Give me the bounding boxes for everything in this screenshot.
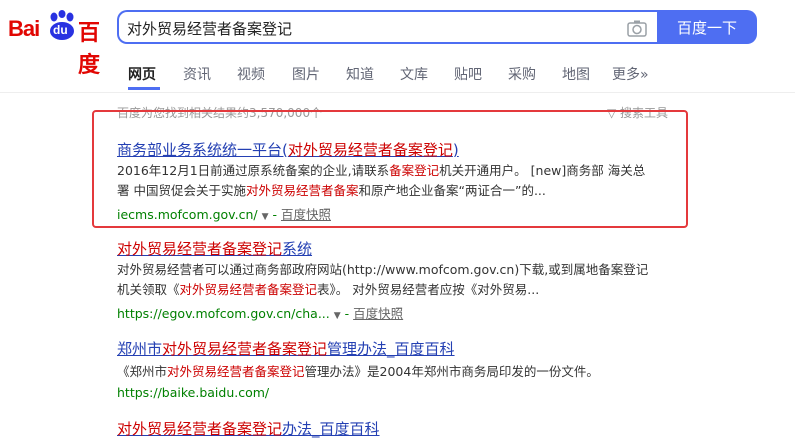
tab-more[interactable]: 更多»: [612, 64, 649, 84]
cache-link[interactable]: 百度快照: [353, 306, 403, 321]
baidu-logo[interactable]: Bai du 百度: [8, 9, 110, 78]
logo-bai-text: Bai: [8, 16, 40, 41]
camera-icon[interactable]: [627, 19, 647, 37]
result-title-link[interactable]: 郑州市对外贸易经营者备案登记管理办法_百度百科: [117, 338, 455, 359]
abstract-text: 机关开通用户。 [new]商务部 海关总: [439, 163, 646, 178]
abstract-text: 2016年12月1日前通过原系统备案的企业,请联系: [117, 163, 390, 178]
abstract-highlight: 对外贸易经营者备案: [245, 183, 359, 198]
search-button[interactable]: 百度一下: [657, 10, 757, 44]
abstract-text: 表》。 对外贸易经营者应按《对外贸易...: [317, 282, 540, 297]
tab-news[interactable]: 资讯: [183, 64, 211, 84]
abstract-highlight: 备案登记: [389, 163, 440, 178]
title-highlight: 对外贸易经营者备案登记: [162, 340, 328, 358]
tab-bar: 网页 资讯 视频 图片 知道 文库 贴吧 采购 地图 更多»: [0, 56, 795, 93]
caret-down-icon[interactable]: ▼: [262, 212, 269, 222]
cache-link[interactable]: 百度快照: [281, 207, 331, 222]
header: Bai du 百度 对外贸易经营者备案登记 百度一下: [0, 0, 795, 78]
tab-purchase[interactable]: 采购: [508, 64, 536, 84]
tab-wenku[interactable]: 文库: [400, 64, 428, 84]
tab-video[interactable]: 视频: [237, 64, 265, 84]
title-text: 管理办法_百度百科: [327, 340, 455, 358]
result-abstract-line: 《郑州市对外贸易经营者备案登记管理办法》是2004年郑州市商务局印发的一份文件。: [117, 362, 599, 382]
result-abstract-line: 署 中国贸促会关于实施对外贸易经营者备案和原产地企业备案“两证合一”的...: [117, 181, 546, 201]
abstract-text: 和原产地企业备案“两证合一”的...: [358, 183, 546, 198]
tab-zhidao[interactable]: 知道: [346, 64, 374, 84]
caret-down-icon[interactable]: ▼: [334, 311, 341, 321]
logo-du-text: du: [53, 23, 68, 37]
result-url[interactable]: iecms.mofcom.gov.cn/: [117, 207, 258, 222]
tab-images[interactable]: 图片: [292, 64, 320, 84]
result-url-line: https://baike.baidu.com/: [117, 385, 269, 400]
tab-tieba[interactable]: 贴吧: [454, 64, 482, 84]
abstract-text: 管理办法》是2004年郑州市商务局印发的一份文件。: [304, 364, 599, 379]
title-highlight: 对外贸易经营者备案登记: [287, 141, 453, 159]
result-abstract-line: 2016年12月1日前通过原系统备案的企业,请联系备案登记机关开通用户。 [ne…: [117, 161, 645, 181]
title-text: 系统: [282, 240, 313, 258]
active-tab-indicator: [128, 87, 160, 90]
abstract-highlight: 对外贸易经营者备案登记: [179, 282, 318, 297]
result-url[interactable]: https://egov.mofcom.gov.cn/cha...: [117, 306, 330, 321]
search-box[interactable]: 对外贸易经营者备案登记: [117, 10, 657, 44]
title-highlight: 对外贸易经营者备案登记: [117, 420, 283, 438]
result-abstract-line: 对外贸易经营者可以通过商务部政府网站(http://www.mofcom.gov…: [117, 260, 648, 280]
result-title-link[interactable]: 对外贸易经营者备案登记办法_百度百科: [117, 418, 380, 439]
tab-web[interactable]: 网页: [128, 64, 156, 84]
tab-map[interactable]: 地图: [562, 64, 590, 84]
abstract-text: 《郑州市: [117, 364, 168, 379]
abstract-text: 机关领取《: [117, 282, 180, 297]
abstract-text: 署 中国贸促会关于实施: [117, 183, 246, 198]
title-text: 办法_百度百科: [282, 420, 380, 438]
result-url-line: https://egov.mofcom.gov.cn/cha... ▼ - 百度…: [117, 306, 404, 321]
result-title-link[interactable]: 商务部业务系统统一平台(对外贸易经营者备案登记): [117, 139, 459, 160]
search-input[interactable]: 对外贸易经营者备案登记: [127, 18, 292, 39]
result-url[interactable]: https://baike.baidu.com/: [117, 385, 269, 400]
title-text: 郑州市: [117, 340, 163, 358]
result-title-link[interactable]: 对外贸易经营者备案登记系统: [117, 238, 312, 259]
result-abstract-line: 机关领取《对外贸易经营者备案登记表》。 对外贸易经营者应按《对外贸易...: [117, 280, 539, 300]
title-text: 商务部业务系统统一平台(: [117, 141, 288, 159]
abstract-highlight: 对外贸易经营者备案登记: [167, 364, 305, 379]
title-text: ): [452, 141, 459, 159]
title-highlight: 对外贸易经营者备案登记: [117, 240, 283, 258]
abstract-text: 对外贸易经营者可以通过商务部政府网站(http://www.mofcom.gov…: [117, 262, 649, 277]
result-url-line: iecms.mofcom.gov.cn/ ▼ - 百度快照: [117, 207, 331, 222]
